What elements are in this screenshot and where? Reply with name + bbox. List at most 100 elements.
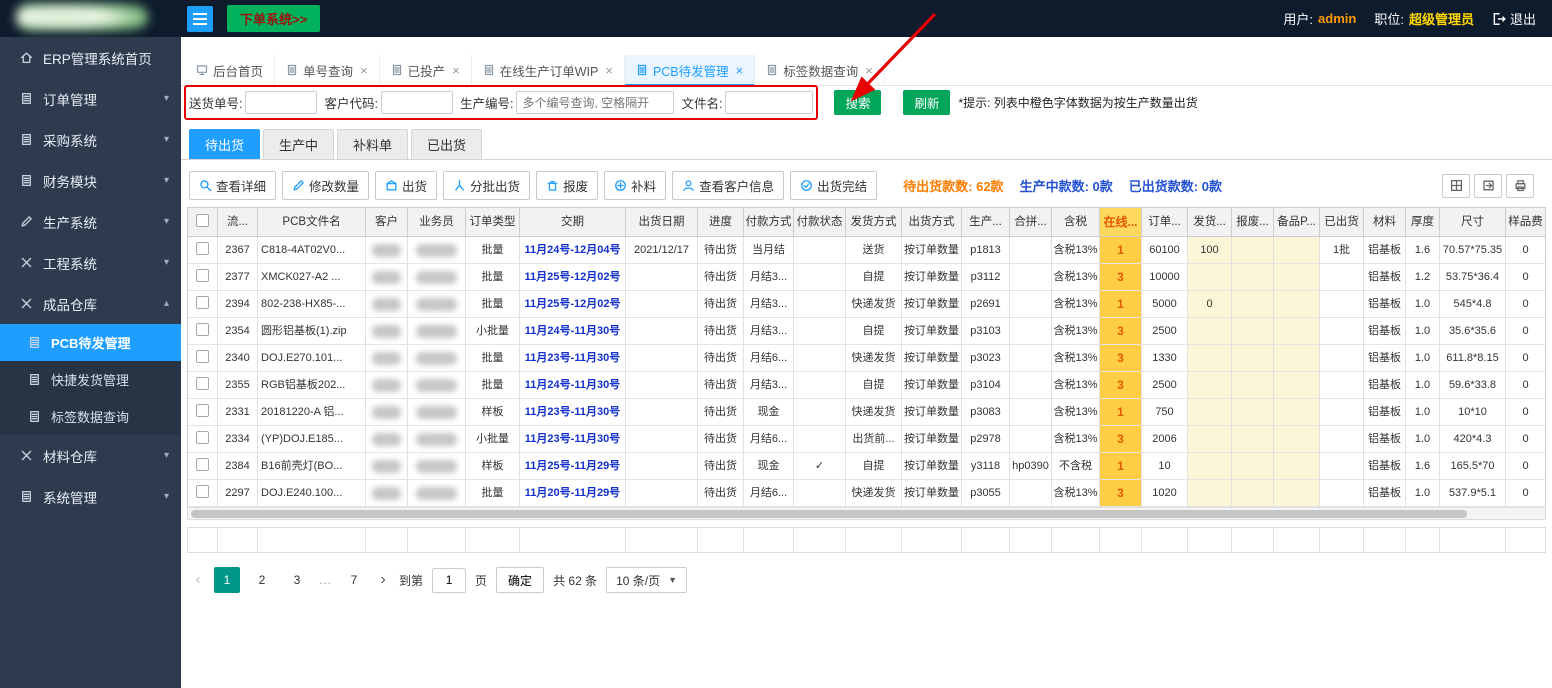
columns-button[interactable] <box>1442 173 1470 198</box>
sidebar-item-0[interactable]: ERP管理系统首页 <box>0 37 181 78</box>
subtab-1[interactable]: 生产中 <box>263 129 335 159</box>
page-size-select[interactable]: 10 条/页 ▼ <box>606 567 688 593</box>
page-button-2[interactable]: 2 <box>249 567 275 593</box>
row-checkbox[interactable] <box>188 237 218 263</box>
row-checkbox[interactable] <box>188 291 218 317</box>
column-header-6[interactable]: 出货日期 <box>626 208 698 236</box>
table-row[interactable]: 2384 B16前壳灯(BO... 样板 11月25号-11月29号 待出货 现金 ✓ 自提按… <box>188 453 1545 480</box>
tab-3[interactable]: 在线生产订单WIP × <box>472 55 625 85</box>
row-checkbox[interactable] <box>188 453 218 479</box>
goto-page-input[interactable] <box>432 567 467 593</box>
column-header-10[interactable]: 发货方式 <box>846 208 902 236</box>
toolbar-button-0[interactable]: 查看详细 <box>189 171 277 200</box>
sidebar-item-10[interactable]: 材料仓库 ▾ <box>0 435 181 476</box>
sidebar-item-6[interactable]: 成品仓库 ▴ <box>0 283 181 324</box>
select-all-checkbox[interactable] <box>188 208 218 236</box>
tab-4[interactable]: PCB待发管理 × <box>624 55 756 86</box>
column-header-20[interactable]: 已出货 <box>1320 208 1364 236</box>
column-header-11[interactable]: 出货方式 <box>902 208 962 236</box>
tab-0[interactable]: 后台首页 <box>185 55 276 85</box>
horizontal-scrollbar[interactable] <box>187 507 1546 520</box>
table-row[interactable]: 2334 (YP)DOJ.E185... 小批量 11月23号-11月30号 待出货 月结… <box>188 426 1545 453</box>
row-checkbox[interactable] <box>188 345 218 371</box>
column-header-22[interactable]: 厚度 <box>1406 208 1440 236</box>
order-system-button[interactable]: 下单系统>> <box>227 5 321 32</box>
row-checkbox[interactable] <box>188 426 218 452</box>
column-header-23[interactable]: 尺寸 <box>1440 208 1506 236</box>
page-button-7[interactable]: 7 <box>341 567 367 593</box>
sidebar-item-2[interactable]: 采购系统 ▾ <box>0 119 181 160</box>
column-header-24[interactable]: 样品费 <box>1506 208 1545 236</box>
column-header-18[interactable]: 报废... <box>1232 208 1274 236</box>
sidebar-item-4[interactable]: 生产系统 ▾ <box>0 201 181 242</box>
tab-close-icon[interactable]: × <box>865 63 873 78</box>
column-header-9[interactable]: 付款状态 <box>794 208 846 236</box>
toolbar-button-2[interactable]: 出货 <box>375 171 438 200</box>
table-row[interactable]: 2331 20181220-A 铝... 样板 11月23号-11月30号 待出货 现金 快… <box>188 399 1545 426</box>
toolbar-button-3[interactable]: 分批出货 <box>443 171 531 200</box>
column-header-19[interactable]: 备品P... <box>1274 208 1320 236</box>
column-header-4[interactable]: 订单类型 <box>466 208 520 236</box>
column-header-3[interactable]: 业务员 <box>408 208 466 236</box>
table-row[interactable]: 2355 RGB铝基板202... 批量 11月24号-11月30号 待出货 月结3...… <box>188 372 1545 399</box>
column-header-13[interactable]: 合拼... <box>1010 208 1052 236</box>
sidebar-item-1[interactable]: 订单管理 ▾ <box>0 78 181 119</box>
table-row[interactable]: 2367 C818-4AT02V0... 批量 11月24号-12月04号 2021/1… <box>188 237 1545 264</box>
search-field-input-1[interactable] <box>380 91 453 114</box>
table-row[interactable]: 2340 DOJ.E270.101... 批量 11月23号-11月30号 待出货 月结6… <box>188 345 1545 372</box>
toolbar-button-6[interactable]: 查看客户信息 <box>672 171 785 200</box>
sidebar-item-5[interactable]: 工程系统 ▾ <box>0 242 181 283</box>
tab-close-icon[interactable]: × <box>605 63 613 78</box>
tab-1[interactable]: 单号查询 × <box>275 55 380 85</box>
tab-close-icon[interactable]: × <box>452 63 460 78</box>
print-button[interactable] <box>1506 173 1534 198</box>
hamburger-menu-button[interactable] <box>187 5 213 32</box>
export-button[interactable] <box>1474 173 1502 198</box>
column-header-0[interactable]: 流... <box>218 208 258 236</box>
tab-2[interactable]: 已投产 × <box>380 55 472 85</box>
column-header-15[interactable]: 在线... <box>1100 208 1142 236</box>
sidebar-item-3[interactable]: 财务模块 ▾ <box>0 160 181 201</box>
row-checkbox[interactable] <box>188 372 218 398</box>
row-checkbox[interactable] <box>188 399 218 425</box>
table-row[interactable]: 2297 DOJ.E240.100... 批量 11月20号-11月29号 待出货 月结6… <box>188 480 1545 507</box>
toolbar-button-5[interactable]: 补料 <box>604 171 667 200</box>
tab-5[interactable]: 标签数据查询 × <box>755 55 885 85</box>
row-checkbox[interactable] <box>188 318 218 344</box>
row-checkbox[interactable] <box>188 480 218 506</box>
column-header-12[interactable]: 生产... <box>962 208 1010 236</box>
toolbar-button-4[interactable]: 报废 <box>536 171 599 200</box>
column-header-21[interactable]: 材料 <box>1364 208 1406 236</box>
column-header-5[interactable]: 交期 <box>520 208 626 236</box>
next-page-button[interactable]: › <box>376 571 390 589</box>
column-header-16[interactable]: 订单... <box>1142 208 1188 236</box>
column-header-8[interactable]: 付款方式 <box>744 208 794 236</box>
sidebar-item-7[interactable]: PCB待发管理 <box>0 324 181 361</box>
table-row[interactable]: 2394 802-238-HX85-... 批量 11月25号-12月02号 待出货 月结… <box>188 291 1545 318</box>
goto-confirm-button[interactable]: 确定 <box>496 567 545 593</box>
column-header-7[interactable]: 进度 <box>698 208 744 236</box>
prev-page-button[interactable]: ‹ <box>191 571 205 589</box>
sidebar-item-8[interactable]: 快捷发货管理 <box>0 361 181 398</box>
toolbar-button-7[interactable]: 出货完结 <box>790 171 878 200</box>
toolbar-button-1[interactable]: 修改数量 <box>282 171 370 200</box>
refresh-button[interactable]: 刷新 <box>903 90 951 115</box>
sidebar-item-9[interactable]: 标签数据查询 <box>0 398 181 435</box>
column-header-14[interactable]: 含税 <box>1052 208 1100 236</box>
table-row[interactable]: 2377 XMCK027-A2 ... 批量 11月25号-12月02号 待出货 月结3.… <box>188 264 1545 291</box>
logout-button[interactable]: 退出 <box>1492 9 1536 28</box>
column-header-1[interactable]: PCB文件名 <box>258 208 366 236</box>
subtab-0[interactable]: 待出货 <box>189 129 261 159</box>
search-field-input-2[interactable] <box>516 91 675 114</box>
column-header-17[interactable]: 发货... <box>1188 208 1232 236</box>
tab-close-icon[interactable]: × <box>736 63 744 78</box>
scrollbar-thumb[interactable] <box>191 510 1467 518</box>
page-button-3[interactable]: 3 <box>284 567 310 593</box>
search-button[interactable]: 搜索 <box>834 90 882 115</box>
search-field-input-3[interactable] <box>725 91 814 114</box>
subtab-3[interactable]: 已出货 <box>411 129 483 159</box>
search-field-input-0[interactable] <box>245 91 318 114</box>
sidebar-item-11[interactable]: 系统管理 ▾ <box>0 476 181 517</box>
table-row[interactable]: 2354 圆形铝基板(1).zip 小批量 11月24号-11月30号 待出货 月结3..… <box>188 318 1545 345</box>
page-button-1[interactable]: 1 <box>214 567 240 593</box>
